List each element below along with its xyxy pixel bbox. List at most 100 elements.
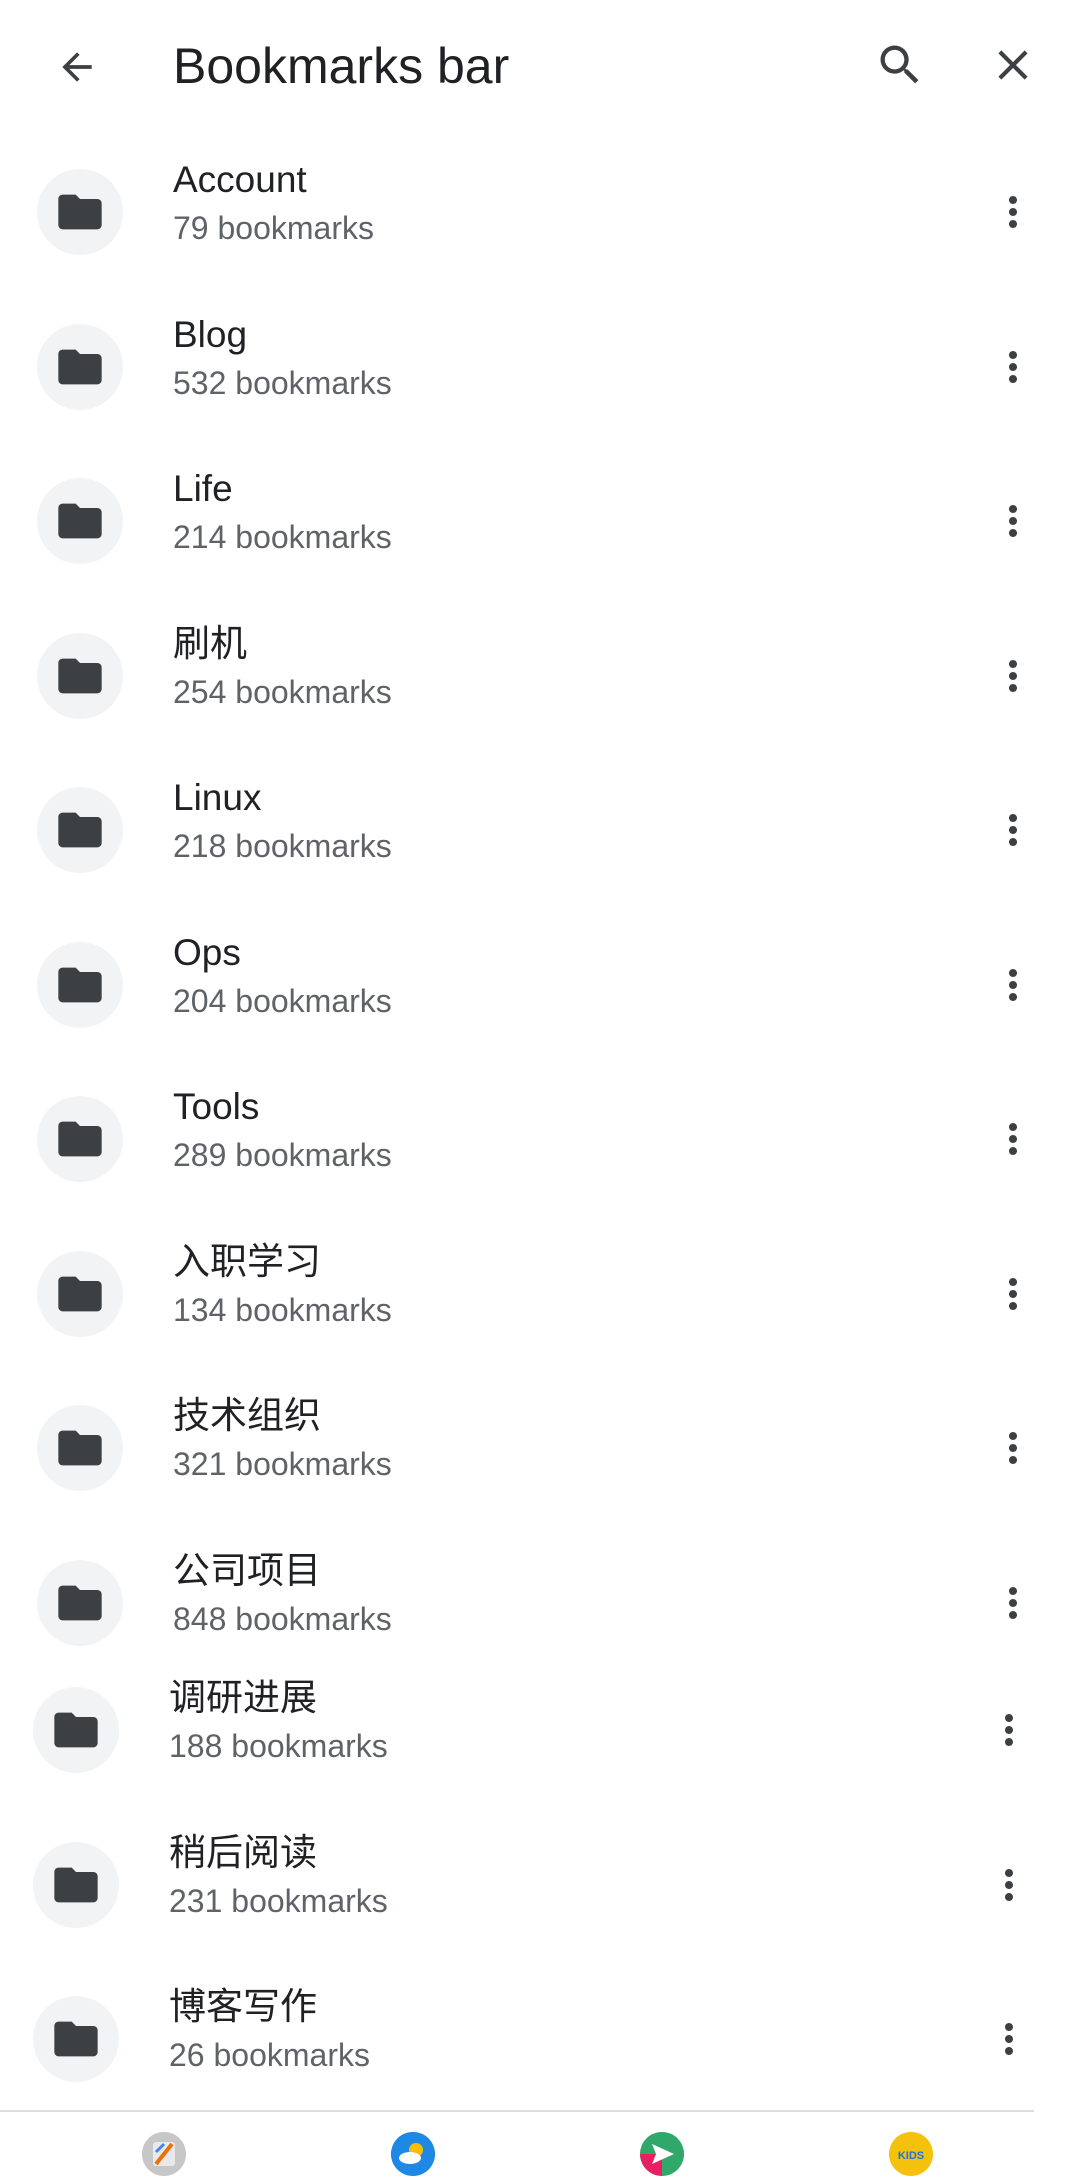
folder-bookmark-count: 532 bookmarks [173,365,392,401]
more-options-button[interactable] [981,636,1045,716]
divider [0,2110,1034,2112]
folder-bookmark-count: 134 bookmarks [173,1292,392,1328]
folder-name: 博客写作 [169,1986,317,2027]
folder-icon-container [37,324,123,410]
more-vert-icon [1009,196,1017,228]
more-vert-icon [1005,1869,1013,1901]
send-app-icon[interactable] [640,2132,684,2176]
more-options-button[interactable] [981,1099,1045,1179]
folder-icon [58,503,102,539]
send-icon [640,2132,684,2176]
folder-row[interactable]: Tools 289 bookmarks [0,1062,1082,1216]
more-options-button[interactable] [981,327,1045,407]
weather-icon [391,2132,435,2176]
folder-bookmark-count: 254 bookmarks [173,674,392,710]
more-vert-icon [1009,1278,1017,1310]
folder-row[interactable]: 博客写作 26 bookmarks [0,1962,1078,2116]
folder-icon-container [37,1405,123,1491]
folder-name: 技术组织 [173,1395,321,1436]
folder-icon [54,2021,98,2057]
more-options-button[interactable] [981,172,1045,252]
folder-bookmark-count: 848 bookmarks [173,1601,392,1637]
folder-icon-container [33,1687,119,1773]
folder-row[interactable]: 稍后阅读 231 bookmarks [0,1808,1078,1962]
more-options-button[interactable] [981,1254,1045,1334]
folder-bookmark-count: 79 bookmarks [173,210,374,246]
folder-row[interactable]: 技术组织 321 bookmarks [0,1371,1082,1525]
folder-bookmark-count: 218 bookmarks [173,828,392,864]
more-vert-icon [1009,660,1017,692]
folder-name: Tools [173,1086,260,1127]
bookmarks-screen: Bookmarks bar Account 79 bookmarks Blog 532… [0,0,1082,2184]
more-vert-icon [1009,814,1017,846]
folder-icon-container [37,478,123,564]
folder-name: Ops [173,932,241,973]
weather-app-icon[interactable] [391,2132,435,2176]
more-vert-icon [1005,2023,1013,2055]
folder-bookmark-count: 204 bookmarks [173,983,392,1019]
folder-icon-container [37,1251,123,1337]
folder-bookmark-count: 26 bookmarks [169,2037,370,2073]
more-options-button[interactable] [977,1999,1041,2079]
folder-name: 入职学习 [173,1241,321,1282]
folder-row[interactable]: 入职学习 134 bookmarks [0,1217,1082,1371]
folder-bookmark-count: 188 bookmarks [169,1728,388,1764]
folder-name: 稍后阅读 [169,1832,317,1873]
more-options-button[interactable] [977,1845,1041,1925]
more-vert-icon [1009,505,1017,537]
folder-icon [54,1867,98,1903]
more-vert-icon [1005,1714,1013,1746]
folder-name: 调研进展 [169,1677,317,1718]
folder-icon [58,1276,102,1312]
folder-name: 刷机 [173,623,247,664]
bottom-app-bar: KIDS [0,2110,1082,2184]
folder-icon [58,1585,102,1621]
folder-row[interactable]: Linux 218 bookmarks [0,753,1082,907]
bookmark-folder-list: Account 79 bookmarks Blog 532 bookmarks Life… [0,0,1082,2110]
folder-icon [58,349,102,385]
more-options-button[interactable] [981,1408,1045,1488]
folder-bookmark-count: 214 bookmarks [173,519,392,555]
folder-row[interactable]: Life 214 bookmarks [0,444,1082,598]
app-icon-1-glyph [142,2132,186,2176]
folder-icon-container [33,1842,119,1928]
folder-name: Linux [173,777,262,818]
folder-icon-container [37,169,123,255]
folder-icon [58,967,102,1003]
folder-icon-container [37,1096,123,1182]
more-options-button[interactable] [981,1563,1045,1643]
kids-icon: KIDS [889,2132,933,2176]
folder-icon [58,658,102,694]
folder-icon [58,194,102,230]
more-options-button[interactable] [981,945,1045,1025]
folder-icon-container [37,633,123,719]
folder-row[interactable]: Blog 532 bookmarks [0,290,1082,444]
kids-label: KIDS [898,2150,924,2162]
folder-row[interactable]: 调研进展 188 bookmarks [0,1653,1078,1807]
app-icon-1[interactable] [142,2132,186,2176]
more-vert-icon [1009,1587,1017,1619]
more-options-button[interactable] [981,481,1045,561]
more-options-button[interactable] [981,790,1045,870]
folder-row[interactable]: Ops 204 bookmarks [0,908,1082,1062]
folder-name: Life [173,468,233,509]
folder-name: 公司项目 [173,1550,321,1591]
more-vert-icon [1009,351,1017,383]
folder-name: Blog [173,314,248,355]
more-options-button[interactable] [977,1690,1041,1770]
folder-icon-container [33,1996,119,2082]
kids-app-icon[interactable]: KIDS [889,2132,933,2176]
folder-bookmark-count: 321 bookmarks [173,1446,392,1482]
folder-icon-container [37,787,123,873]
more-vert-icon [1009,969,1017,1001]
folder-bookmark-count: 289 bookmarks [173,1137,392,1173]
folder-icon-container [37,1560,123,1646]
folder-row[interactable]: Account 79 bookmarks [0,135,1082,289]
more-vert-icon [1009,1123,1017,1155]
folder-icon [58,812,102,848]
folder-name: Account [173,159,307,200]
folder-icon-container [37,942,123,1028]
folder-icon [54,1712,98,1748]
folder-row[interactable]: 刷机 254 bookmarks [0,599,1082,753]
folder-bookmark-count: 231 bookmarks [169,1883,388,1919]
